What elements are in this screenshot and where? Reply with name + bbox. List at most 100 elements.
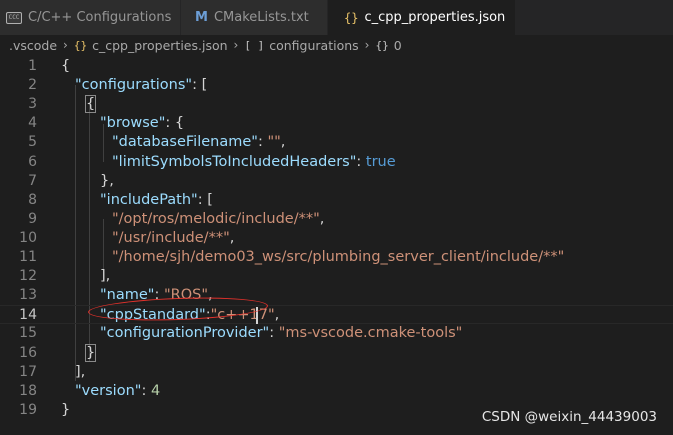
code-line[interactable]: 15 "configurationProvider": "ms-vscode.cm… [0, 324, 673, 343]
code-text[interactable]: "configurationProvider": "ms-vscode.cmak… [100, 324, 462, 343]
line-number: 18 [19, 382, 37, 399]
breadcrumb-folder[interactable]: .vscode [9, 38, 57, 53]
code-line[interactable]: 1{ [0, 57, 673, 76]
code-token: : [269, 325, 279, 342]
code-token: }, [100, 172, 114, 189]
code-token: "configurations" [75, 77, 193, 94]
code-token: } [61, 401, 71, 418]
chevron-right-icon: › [364, 38, 370, 52]
line-number: 17 [19, 363, 37, 380]
line-number: 7 [28, 172, 37, 189]
code-text[interactable]: "/usr/include/**", [112, 229, 234, 248]
code-token: } [84, 343, 97, 362]
code-line[interactable]: 8 "includePath": [ [0, 191, 673, 210]
code-line[interactable]: 9 "/opt/ros/melodic/include/**", [0, 210, 673, 229]
code-token: ], [75, 363, 86, 380]
code-token: "/usr/include/**" [112, 229, 230, 246]
code-editor[interactable]: 1{2 "configurations": [3{4 "browse": {5 "da… [0, 57, 673, 435]
code-token: "/opt/ros/melodic/include/**" [112, 210, 320, 227]
chevron-right-icon: › [63, 38, 68, 52]
line-number: 6 [28, 153, 37, 170]
code-token: "databaseFilename" [112, 134, 258, 151]
code-token: "includePath" [100, 191, 198, 208]
code-text[interactable]: } [84, 343, 97, 363]
line-number: 11 [19, 249, 37, 265]
code-text[interactable]: }, [100, 172, 114, 191]
code-token: 4 [150, 382, 161, 399]
line-number: 12 [19, 268, 37, 285]
code-text[interactable]: ], [100, 267, 110, 286]
breadcrumb-file[interactable]: c_cpp_properties.json [92, 38, 227, 53]
line-number: 4 [28, 115, 37, 132]
code-token: { [61, 58, 71, 74]
object-braces-icon: {} [375, 38, 389, 52]
code-text[interactable]: "/home/sjh/demo03_ws/src/plumbing_server… [112, 248, 564, 267]
code-text[interactable]: "browse": { [100, 114, 184, 133]
tab-cmakelists[interactable]: M CMakeLists.txt [181, 0, 328, 35]
breadcrumb-array[interactable]: configurations [269, 38, 358, 53]
c-cpp-config-icon: CCC [6, 11, 22, 24]
code-text[interactable]: "databaseFilename": "", [112, 133, 285, 152]
code-token: "/home/sjh/demo03_ws/src/plumbing_server… [112, 249, 565, 265]
code-token: : [356, 153, 366, 170]
code-line[interactable]: 12], [0, 267, 673, 286]
code-text[interactable]: "version": 4 [75, 382, 160, 401]
line-number: 15 [19, 325, 37, 342]
code-text[interactable]: { [84, 95, 97, 114]
code-token: "limitSymbolsToIncludedHeaders" [112, 153, 357, 170]
breadcrumb-object[interactable]: 0 [394, 38, 402, 53]
code-token: : { [165, 115, 185, 132]
code-line[interactable]: 18 "version": 4 [0, 382, 673, 401]
breadcrumb: .vscode › {} c_cpp_properties.json › [ ]… [0, 35, 673, 55]
code-line[interactable]: 4 "browse": { [0, 114, 673, 133]
code-line[interactable]: 3{ [0, 95, 673, 114]
code-line[interactable]: 2 "configurations": [ [0, 76, 673, 95]
code-text[interactable]: { [61, 57, 70, 76]
line-number: 16 [19, 344, 37, 361]
code-line[interactable]: 5 "databaseFilename": "", [0, 133, 673, 152]
line-number: 13 [19, 287, 37, 304]
editor-tab-bar: CCC C/C++ Configurations M CMakeLists.tx… [0, 0, 673, 35]
line-number: 9 [28, 210, 37, 227]
cmake-icon: M [195, 10, 208, 25]
code-token: : [141, 382, 151, 399]
code-token: true [365, 153, 396, 170]
code-text[interactable]: } [61, 401, 70, 420]
code-text[interactable]: "configurations": [ [75, 76, 207, 95]
code-line[interactable]: 13 "name": "ROS", [0, 286, 673, 305]
line-number: 8 [28, 191, 37, 208]
tab-label: c_cpp_properties.json [364, 10, 506, 25]
code-line[interactable]: 16} [0, 343, 673, 363]
tab-cpp-configurations[interactable]: CCC C/C++ Configurations [0, 0, 181, 35]
line-number: 19 [19, 401, 37, 418]
code-text[interactable]: "limitSymbolsToIncludedHeaders": true [112, 153, 396, 172]
code-token: "browse" [100, 115, 166, 132]
line-number: 14 [19, 307, 37, 324]
json-braces-icon: {} [73, 38, 88, 52]
json-braces-icon: {} [344, 10, 359, 25]
code-line[interactable]: 11 "/home/sjh/demo03_ws/src/plumbing_serv… [0, 248, 673, 267]
code-text[interactable]: "/opt/ros/melodic/include/**", [112, 210, 324, 229]
code-line[interactable]: 7}, [0, 172, 673, 191]
code-token: "" [267, 134, 281, 151]
code-text[interactable]: "includePath": [ [100, 191, 213, 210]
code-token: : [ [192, 77, 208, 94]
code-token: , [319, 210, 325, 227]
code-token: : [ [197, 191, 213, 208]
code-line[interactable]: 6 "limitSymbolsToIncludedHeaders": true [0, 153, 673, 172]
code-line[interactable]: 17], [0, 363, 673, 382]
line-number: 1 [28, 58, 37, 74]
code-token: ], [100, 268, 111, 285]
tab-c-cpp-properties[interactable]: {} c_cpp_properties.json [328, 0, 516, 35]
code-token: { [84, 95, 97, 114]
tab-label: CMakeLists.txt [213, 10, 309, 25]
line-number: 5 [28, 134, 37, 151]
chevron-right-icon: › [233, 38, 239, 52]
line-number: 3 [28, 96, 37, 113]
watermark: CSDN @weixin_44439003 [481, 409, 657, 425]
code-token: "configurationProvider" [100, 325, 270, 342]
code-text[interactable]: ], [75, 363, 85, 382]
line-number: 2 [28, 77, 37, 94]
code-token: , [229, 229, 235, 246]
code-line[interactable]: 10 "/usr/include/**", [0, 229, 673, 248]
